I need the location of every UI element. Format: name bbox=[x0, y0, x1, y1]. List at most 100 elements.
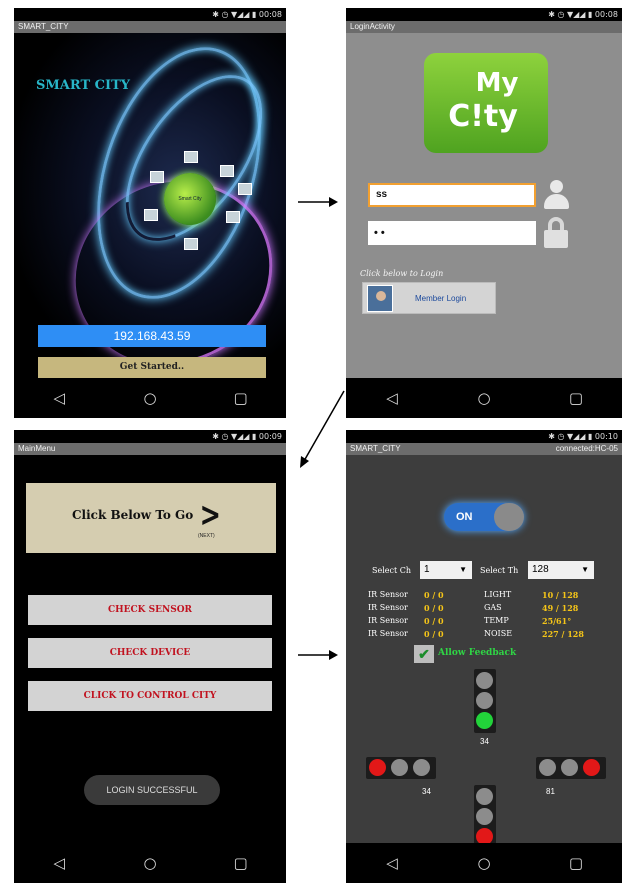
sensor-name: IR Sensor bbox=[368, 590, 408, 599]
toggle-knob[interactable] bbox=[494, 503, 524, 531]
connection-status: connected:HC-05 bbox=[555, 444, 618, 453]
lamp-off bbox=[561, 759, 578, 776]
back-icon[interactable]: ◁ bbox=[377, 854, 407, 872]
building-icon bbox=[150, 171, 164, 183]
lock-icon bbox=[544, 217, 568, 249]
traffic-light-north bbox=[474, 669, 496, 733]
lamp-off bbox=[476, 808, 493, 825]
traffic-light-west bbox=[366, 757, 436, 779]
my-city-logo: My C!ty bbox=[424, 53, 548, 153]
select-th-label: Select Th bbox=[480, 566, 519, 575]
flow-arrow-right bbox=[298, 650, 338, 660]
sensor-name: IR Sensor bbox=[368, 603, 408, 612]
building-icon bbox=[226, 211, 240, 223]
smart-city-globe-icon: Smart City bbox=[164, 173, 216, 225]
check-sensor-button[interactable]: CHECK SENSOR bbox=[28, 595, 272, 625]
recents-icon[interactable]: ▢ bbox=[226, 389, 256, 407]
metric-value: 227 / 128 bbox=[542, 629, 584, 639]
factory-icon bbox=[184, 151, 198, 163]
wind-turbine-icon bbox=[238, 183, 252, 195]
app-title-bar: SMART_CITY bbox=[14, 21, 286, 33]
sensor-value: 0 / 0 bbox=[424, 590, 444, 600]
status-bar: ✱ ◷ ▼◢◢ ▮ 00:08 bbox=[346, 8, 622, 21]
home-icon[interactable]: ○ bbox=[135, 389, 165, 407]
metric-name: TEMP bbox=[484, 616, 509, 625]
lamp-red bbox=[369, 759, 386, 776]
login-content: My C!ty ss • • Click below to Login Memb… bbox=[346, 33, 622, 378]
channel-select[interactable]: 1 ▼ bbox=[420, 561, 472, 579]
feedback-checkbox[interactable]: ✔ bbox=[414, 645, 434, 663]
control-content: ON Select Ch 1 ▼ Select Th 128 ▼ IR Sensor… bbox=[346, 455, 622, 845]
threshold-select[interactable]: 128 ▼ bbox=[528, 561, 594, 579]
member-login-button[interactable]: Member Login bbox=[362, 282, 496, 314]
sensor-name: IR Sensor bbox=[368, 616, 408, 625]
flow-arrow-diagonal bbox=[300, 390, 345, 468]
toggle-label: ON bbox=[456, 511, 473, 523]
back-icon[interactable]: ◁ bbox=[44, 389, 74, 407]
avatar-icon bbox=[367, 285, 393, 312]
lamp-off bbox=[413, 759, 430, 776]
sensor-row: IR Sensor 0 / 0 TEMP 25/61° bbox=[368, 616, 598, 628]
status-bar: ✱ ◷ ▼◢◢ ▮ 00:09 bbox=[14, 430, 286, 443]
lamp-off bbox=[539, 759, 556, 776]
lamp-off bbox=[391, 759, 408, 776]
lamp-red bbox=[583, 759, 600, 776]
lamp-off bbox=[476, 692, 493, 709]
splash-background: SMART CITY Smart City 192.168.43.59 Get … bbox=[14, 26, 286, 397]
sensor-name: IR Sensor bbox=[368, 629, 408, 638]
next-label: (NEXT) bbox=[198, 533, 215, 539]
main-menu-screen: ✱ ◷ ▼◢◢ ▮ 00:09 MainMenu Click Below To … bbox=[14, 430, 286, 883]
recents-icon[interactable]: ▢ bbox=[561, 389, 591, 407]
logo-line-1: My bbox=[475, 68, 519, 98]
app-title-bar: SMART_CITY connected:HC-05 bbox=[346, 443, 622, 455]
metric-value: 49 / 128 bbox=[542, 603, 579, 613]
nav-bar: ◁ ○ ▢ bbox=[346, 843, 622, 883]
home-icon[interactable]: ○ bbox=[469, 854, 499, 872]
metric-value: 10 / 128 bbox=[542, 590, 579, 600]
feedback-label: Allow Feedback bbox=[438, 648, 517, 658]
sensor-row: IR Sensor 0 / 0 LIGHT 10 / 128 bbox=[368, 590, 598, 602]
status-bar: ✱ ◷ ▼◢◢ ▮ 00:08 bbox=[14, 8, 286, 21]
status-bar: ✱ ◷ ▼◢◢ ▮ 00:10 bbox=[346, 430, 622, 443]
app-title: SMART CITY bbox=[36, 78, 131, 93]
login-screen: ✱ ◷ ▼◢◢ ▮ 00:08 LoginActivity My C!ty ss… bbox=[346, 8, 622, 418]
west-count: 34 bbox=[422, 787, 431, 796]
recents-icon[interactable]: ▢ bbox=[561, 854, 591, 872]
main-menu-content: Click Below To Go > (NEXT) CHECK SENSOR … bbox=[14, 455, 286, 843]
check-device-button[interactable]: CHECK DEVICE bbox=[28, 638, 272, 668]
dropdown-icon: ▼ bbox=[581, 565, 589, 574]
metric-name: NOISE bbox=[484, 629, 513, 638]
login-hint: Click below to Login bbox=[360, 269, 444, 278]
building-icon bbox=[144, 209, 158, 221]
title-text: SMART_CITY bbox=[350, 444, 401, 453]
lamp-off bbox=[476, 788, 493, 805]
sensor-row: IR Sensor 0 / 0 NOISE 227 / 128 bbox=[368, 629, 598, 641]
password-field[interactable]: • • bbox=[368, 221, 536, 245]
ip-address-field[interactable]: 192.168.43.59 bbox=[38, 325, 266, 347]
power-toggle[interactable]: ON bbox=[444, 503, 524, 531]
threshold-value: 128 bbox=[532, 564, 549, 575]
username-field[interactable]: ss bbox=[368, 183, 536, 207]
splash-screen: ✱ ◷ ▼◢◢ ▮ 00:08 SMART_CITY SMART CITY Sm… bbox=[14, 8, 286, 418]
get-started-button[interactable]: Get Started.. bbox=[38, 357, 266, 378]
car-icon bbox=[184, 238, 198, 250]
lamp-green bbox=[476, 712, 493, 729]
traffic-light-east bbox=[536, 757, 606, 779]
user-icon bbox=[543, 180, 569, 210]
home-icon[interactable]: ○ bbox=[469, 389, 499, 407]
next-panel[interactable]: Click Below To Go > (NEXT) bbox=[26, 483, 276, 553]
next-arrow-icon[interactable]: > bbox=[200, 495, 221, 535]
home-icon[interactable]: ○ bbox=[135, 854, 165, 872]
flow-canvas: ✱ ◷ ▼◢◢ ▮ 00:08 SMART_CITY SMART CITY Sm… bbox=[0, 0, 624, 883]
select-ch-label: Select Ch bbox=[372, 566, 412, 575]
login-toast: LOGIN SUCCESSFUL bbox=[84, 775, 220, 805]
back-icon[interactable]: ◁ bbox=[44, 854, 74, 872]
metric-name: LIGHT bbox=[484, 590, 512, 599]
dropdown-icon: ▼ bbox=[459, 565, 467, 574]
traffic-light-south bbox=[474, 785, 496, 845]
control-city-button[interactable]: CLICK TO CONTROL CITY bbox=[28, 681, 272, 711]
flow-arrow-right bbox=[298, 197, 338, 207]
recents-icon[interactable]: ▢ bbox=[226, 854, 256, 872]
back-icon[interactable]: ◁ bbox=[377, 389, 407, 407]
sensor-row: IR Sensor 0 / 0 GAS 49 / 128 bbox=[368, 603, 598, 615]
